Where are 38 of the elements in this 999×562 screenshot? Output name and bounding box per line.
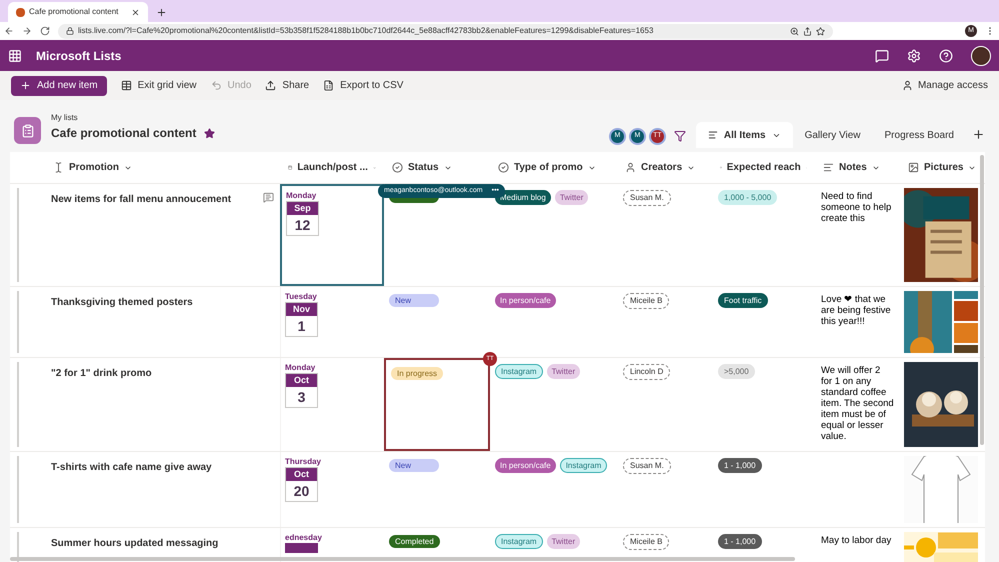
reach-pill: Foot traffic xyxy=(718,293,768,308)
tag: Twitter xyxy=(546,364,580,379)
notes-text: Love ❤ that we are being festive this year!!! xyxy=(821,294,892,327)
promotion-title: New items for fall menu annoucement xyxy=(51,193,232,207)
status-pill: New xyxy=(389,459,439,472)
reach-pill: 1,000 - 5,000 xyxy=(718,190,778,205)
tag: In person/cafe xyxy=(495,293,556,308)
tag: Twitter xyxy=(546,534,580,549)
status-pill: In progress xyxy=(391,367,444,380)
tag: Twitter xyxy=(554,190,588,205)
reach-pill: 1 - 1,000 xyxy=(718,458,762,473)
notes-text: May to labor day xyxy=(821,535,892,546)
date-tile: Oct 20 xyxy=(285,467,318,502)
day-label: Monday xyxy=(285,363,316,373)
day-label: Thursday xyxy=(285,457,322,467)
date-tile: Nov 1 xyxy=(285,302,318,337)
day-label: Monday xyxy=(286,191,318,201)
list-title: Cafe promotional content xyxy=(51,125,196,142)
date-tile: Oct 3 xyxy=(285,373,318,408)
notes-text: Need to find someone to help create this xyxy=(821,191,892,224)
promotion-title: Thanksgiving themed posters xyxy=(51,296,193,310)
tag: Instagram xyxy=(495,534,543,549)
promotion-title: T-shirts with cafe name give away xyxy=(51,461,212,475)
url-text: lists.live.com/?l=Cafe%20promotional%20content&listId=53b358f1f5284188b1b0bc710df2644c_5e88acff42783bb2&enableFeatures=1299&disableFeatures=1653 xyxy=(78,25,654,37)
tag: Instagram xyxy=(560,458,608,473)
notes-text: We will offer 2 for 1 on any standard coffee item. The second item must be of equal or lesser value. xyxy=(821,365,894,442)
tag: In person/cafe xyxy=(495,458,556,473)
reach-pill: 1 - 1,000 xyxy=(718,534,762,549)
promotion-title: Summer hours updated messaging xyxy=(51,537,218,551)
status-pill: Completed xyxy=(389,535,440,548)
date-tile: Sep 12 xyxy=(286,201,319,236)
day-label: ednesday xyxy=(285,533,323,543)
reach-pill: >5,000 xyxy=(718,364,755,379)
tag: Instagram xyxy=(495,364,543,379)
day-label: Tuesday xyxy=(285,292,318,302)
promotion-title: "2 for 1" drink promo xyxy=(51,367,152,381)
app-title: Microsoft Lists xyxy=(36,48,122,64)
status-pill: New xyxy=(389,294,439,307)
